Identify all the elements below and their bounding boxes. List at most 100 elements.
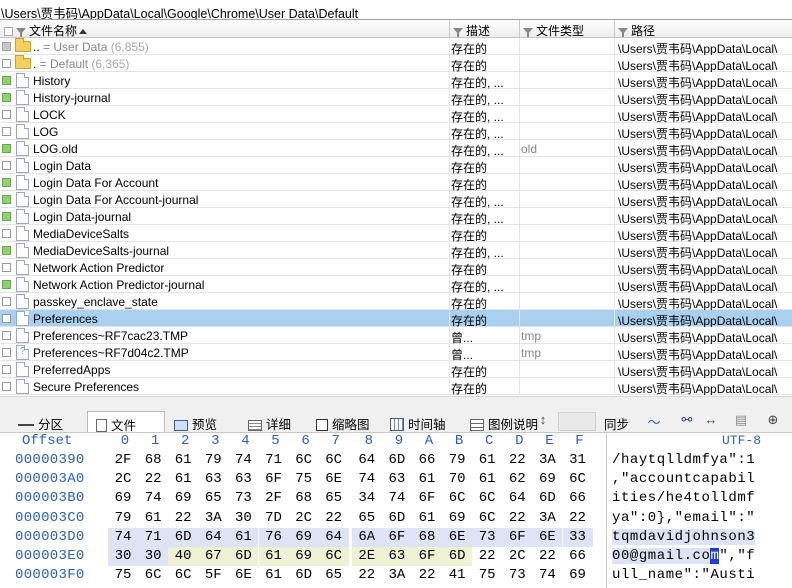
row-checkbox[interactable] [2, 93, 11, 102]
file-row[interactable]: LOG.old 存在的, ... old \Users\贾韦码\AppData\Lo… [0, 140, 792, 157]
row-checkbox[interactable] [2, 195, 11, 204]
file-name-cell[interactable]: MediaDeviceSalts-journal [0, 242, 450, 259]
file-name-cell[interactable]: LOG.old [0, 140, 450, 157]
file-row[interactable]: Login Data For Account-journal 存在的, ... \… [0, 191, 792, 208]
file-row[interactable]: MediaDeviceSalts-journal 存在的, ... \Users\… [0, 242, 792, 259]
hex-byte[interactable]: 6C [472, 509, 502, 528]
hex-byte[interactable]: 34 [352, 489, 382, 508]
hex-byte[interactable]: 73 [228, 489, 258, 508]
hex-byte[interactable]: 6D [382, 509, 412, 528]
hex-byte[interactable]: 30 [228, 509, 258, 528]
hex-byte[interactable]: 22 [168, 509, 198, 528]
hex-byte[interactable]: 61 [228, 527, 259, 547]
file-row[interactable]: Network Action Predictor 存在的 \Users\贾韦码\A… [0, 259, 792, 276]
row-checkbox[interactable] [2, 178, 11, 187]
file-name-cell[interactable]: passkey_enclave_state [0, 293, 450, 310]
hex-byte[interactable]: 22 [532, 547, 562, 566]
hex-byte[interactable]: 6D [382, 451, 412, 470]
column-header-desc[interactable]: 描述 [450, 20, 520, 38]
file-row[interactable]: .. = User Data (6,855) 存在的 \Users\贾韦码\AppD… [0, 38, 792, 55]
hex-byte[interactable]: 2C [108, 470, 138, 489]
hex-byte[interactable]: 74 [352, 470, 382, 489]
filter-icon[interactable] [16, 28, 26, 37]
file-row[interactable]: History 存在的, ... \Users\贾韦码\AppData\Local… [0, 72, 792, 89]
hex-byte[interactable]: 61 [258, 547, 289, 566]
file-row[interactable]: passkey_enclave_state 存在的 \Users\贾韦码\AppD… [0, 293, 792, 310]
file-name-cell[interactable]: Network Action Predictor-journal [0, 276, 450, 293]
row-checkbox[interactable] [2, 382, 11, 391]
file-list[interactable]: .. = User Data (6,855) 存在的 \Users\贾韦码\AppD… [0, 38, 792, 396]
hex-byte[interactable]: 62 [502, 470, 532, 489]
hex-byte[interactable]: 6D [442, 547, 473, 566]
hex-byte[interactable]: 6C [472, 489, 502, 508]
ascii-text[interactable]: /haytqlldmfya":1 [612, 452, 755, 468]
hex-byte[interactable]: 30 [108, 547, 138, 566]
tab-timeline[interactable]: 时间轴 [382, 411, 462, 432]
hex-byte[interactable]: 64 [502, 489, 532, 508]
hex-byte[interactable]: 6C [442, 489, 472, 508]
filter-icon[interactable] [523, 28, 533, 37]
replace-icon[interactable]: ↔ [700, 412, 722, 431]
file-name-cell[interactable]: Preferences~RF7d04c2.TMP [0, 344, 450, 361]
file-name-cell[interactable]: MediaDeviceSalts [0, 225, 450, 242]
hex-byte[interactable]: 22 [319, 509, 349, 528]
path-bar[interactable]: \Users\贾韦码\AppData\Local\Google\Chrome\U… [0, 0, 792, 20]
hex-byte[interactable]: 73 [472, 527, 503, 547]
column-header-path[interactable]: 路径 [615, 20, 792, 38]
hex-byte[interactable]: 6F [412, 547, 442, 566]
file-row[interactable]: . = Default (6,365) 存在的 \Users\贾韦码\AppData… [0, 55, 792, 72]
hex-byte[interactable]: 22 [352, 566, 382, 585]
hex-byte[interactable]: 6D [532, 489, 562, 508]
hex-byte[interactable]: 2F [259, 489, 289, 508]
hex-byte[interactable]: 6E [319, 470, 349, 489]
hex-byte[interactable]: 69 [108, 489, 138, 508]
column-header-type[interactable]: 文件类型 [520, 20, 615, 38]
hex-byte[interactable]: 6E [442, 527, 473, 547]
row-checkbox[interactable] [2, 280, 11, 289]
hex-byte[interactable]: 67 [198, 547, 229, 566]
hex-byte[interactable]: 73 [502, 566, 532, 585]
hex-byte[interactable]: 6D [228, 547, 259, 566]
hex-byte[interactable]: 79 [198, 451, 228, 470]
hex-byte[interactable]: 75 [472, 566, 502, 585]
row-checkbox[interactable] [2, 297, 11, 306]
encoding-label[interactable]: UTF-8 [722, 433, 761, 448]
hex-byte[interactable]: 65 [198, 489, 228, 508]
hex-byte[interactable]: 2F [108, 451, 138, 470]
hex-byte[interactable]: 70 [442, 470, 472, 489]
ascii-text[interactable]: ya":0},"email":" [612, 510, 755, 526]
hex-byte[interactable]: 6F [259, 470, 289, 489]
hex-byte[interactable]: 30 [138, 547, 169, 566]
hex-byte[interactable]: 63 [381, 547, 412, 566]
file-row[interactable]: Preferences~RF7cac23.TMP 曾... tmp \Users\贾… [0, 327, 792, 344]
hex-byte[interactable]: 75 [289, 470, 319, 489]
hex-byte[interactable]: 74 [228, 451, 258, 470]
hex-byte[interactable]: 69 [563, 566, 593, 585]
hex-byte[interactable]: 31 [563, 451, 593, 470]
hex-byte[interactable]: 6D [168, 527, 199, 547]
file-row[interactable]: LOCK 存在的, ... \Users\贾韦码\AppData\Local\ [0, 106, 792, 123]
hex-byte[interactable]: 61 [472, 470, 502, 489]
hex-byte[interactable]: 40 [168, 547, 199, 566]
file-name-cell[interactable]: PreferredApps [0, 361, 450, 378]
filter-icon[interactable] [618, 28, 628, 37]
hex-byte[interactable]: 69 [442, 509, 472, 528]
wave-icon[interactable]: 〜 [640, 412, 668, 431]
hex-byte[interactable]: 71 [138, 527, 169, 547]
binoculars-icon[interactable]: ⚯ [676, 412, 698, 431]
ascii-text[interactable]: ,"accountcapabil [612, 471, 755, 487]
tab-thumbnails[interactable]: 缩略图 [308, 411, 382, 432]
file-name-cell[interactable]: Login Data [0, 157, 450, 174]
file-name-cell[interactable]: Login Data For Account [0, 174, 450, 191]
hex-byte[interactable]: 2E [351, 547, 382, 566]
hex-byte[interactable]: 61 [472, 451, 502, 470]
file-row[interactable]: Login Data 存在的 \Users\贾韦码\AppData\Local\ [0, 157, 792, 174]
resize-vertical-icon[interactable]: ↕ [536, 412, 550, 431]
hex-byte[interactable]: 63 [198, 470, 228, 489]
file-row[interactable]: LOG 存在的, ... \Users\贾韦码\AppData\Local\ [0, 123, 792, 140]
hex-byte[interactable]: 3A [532, 451, 562, 470]
hex-byte[interactable]: 64 [318, 527, 349, 547]
hex-byte[interactable]: 22 [502, 509, 532, 528]
tab-details[interactable]: 详细 [240, 411, 306, 432]
tab-file[interactable]: 文件 [87, 411, 165, 433]
